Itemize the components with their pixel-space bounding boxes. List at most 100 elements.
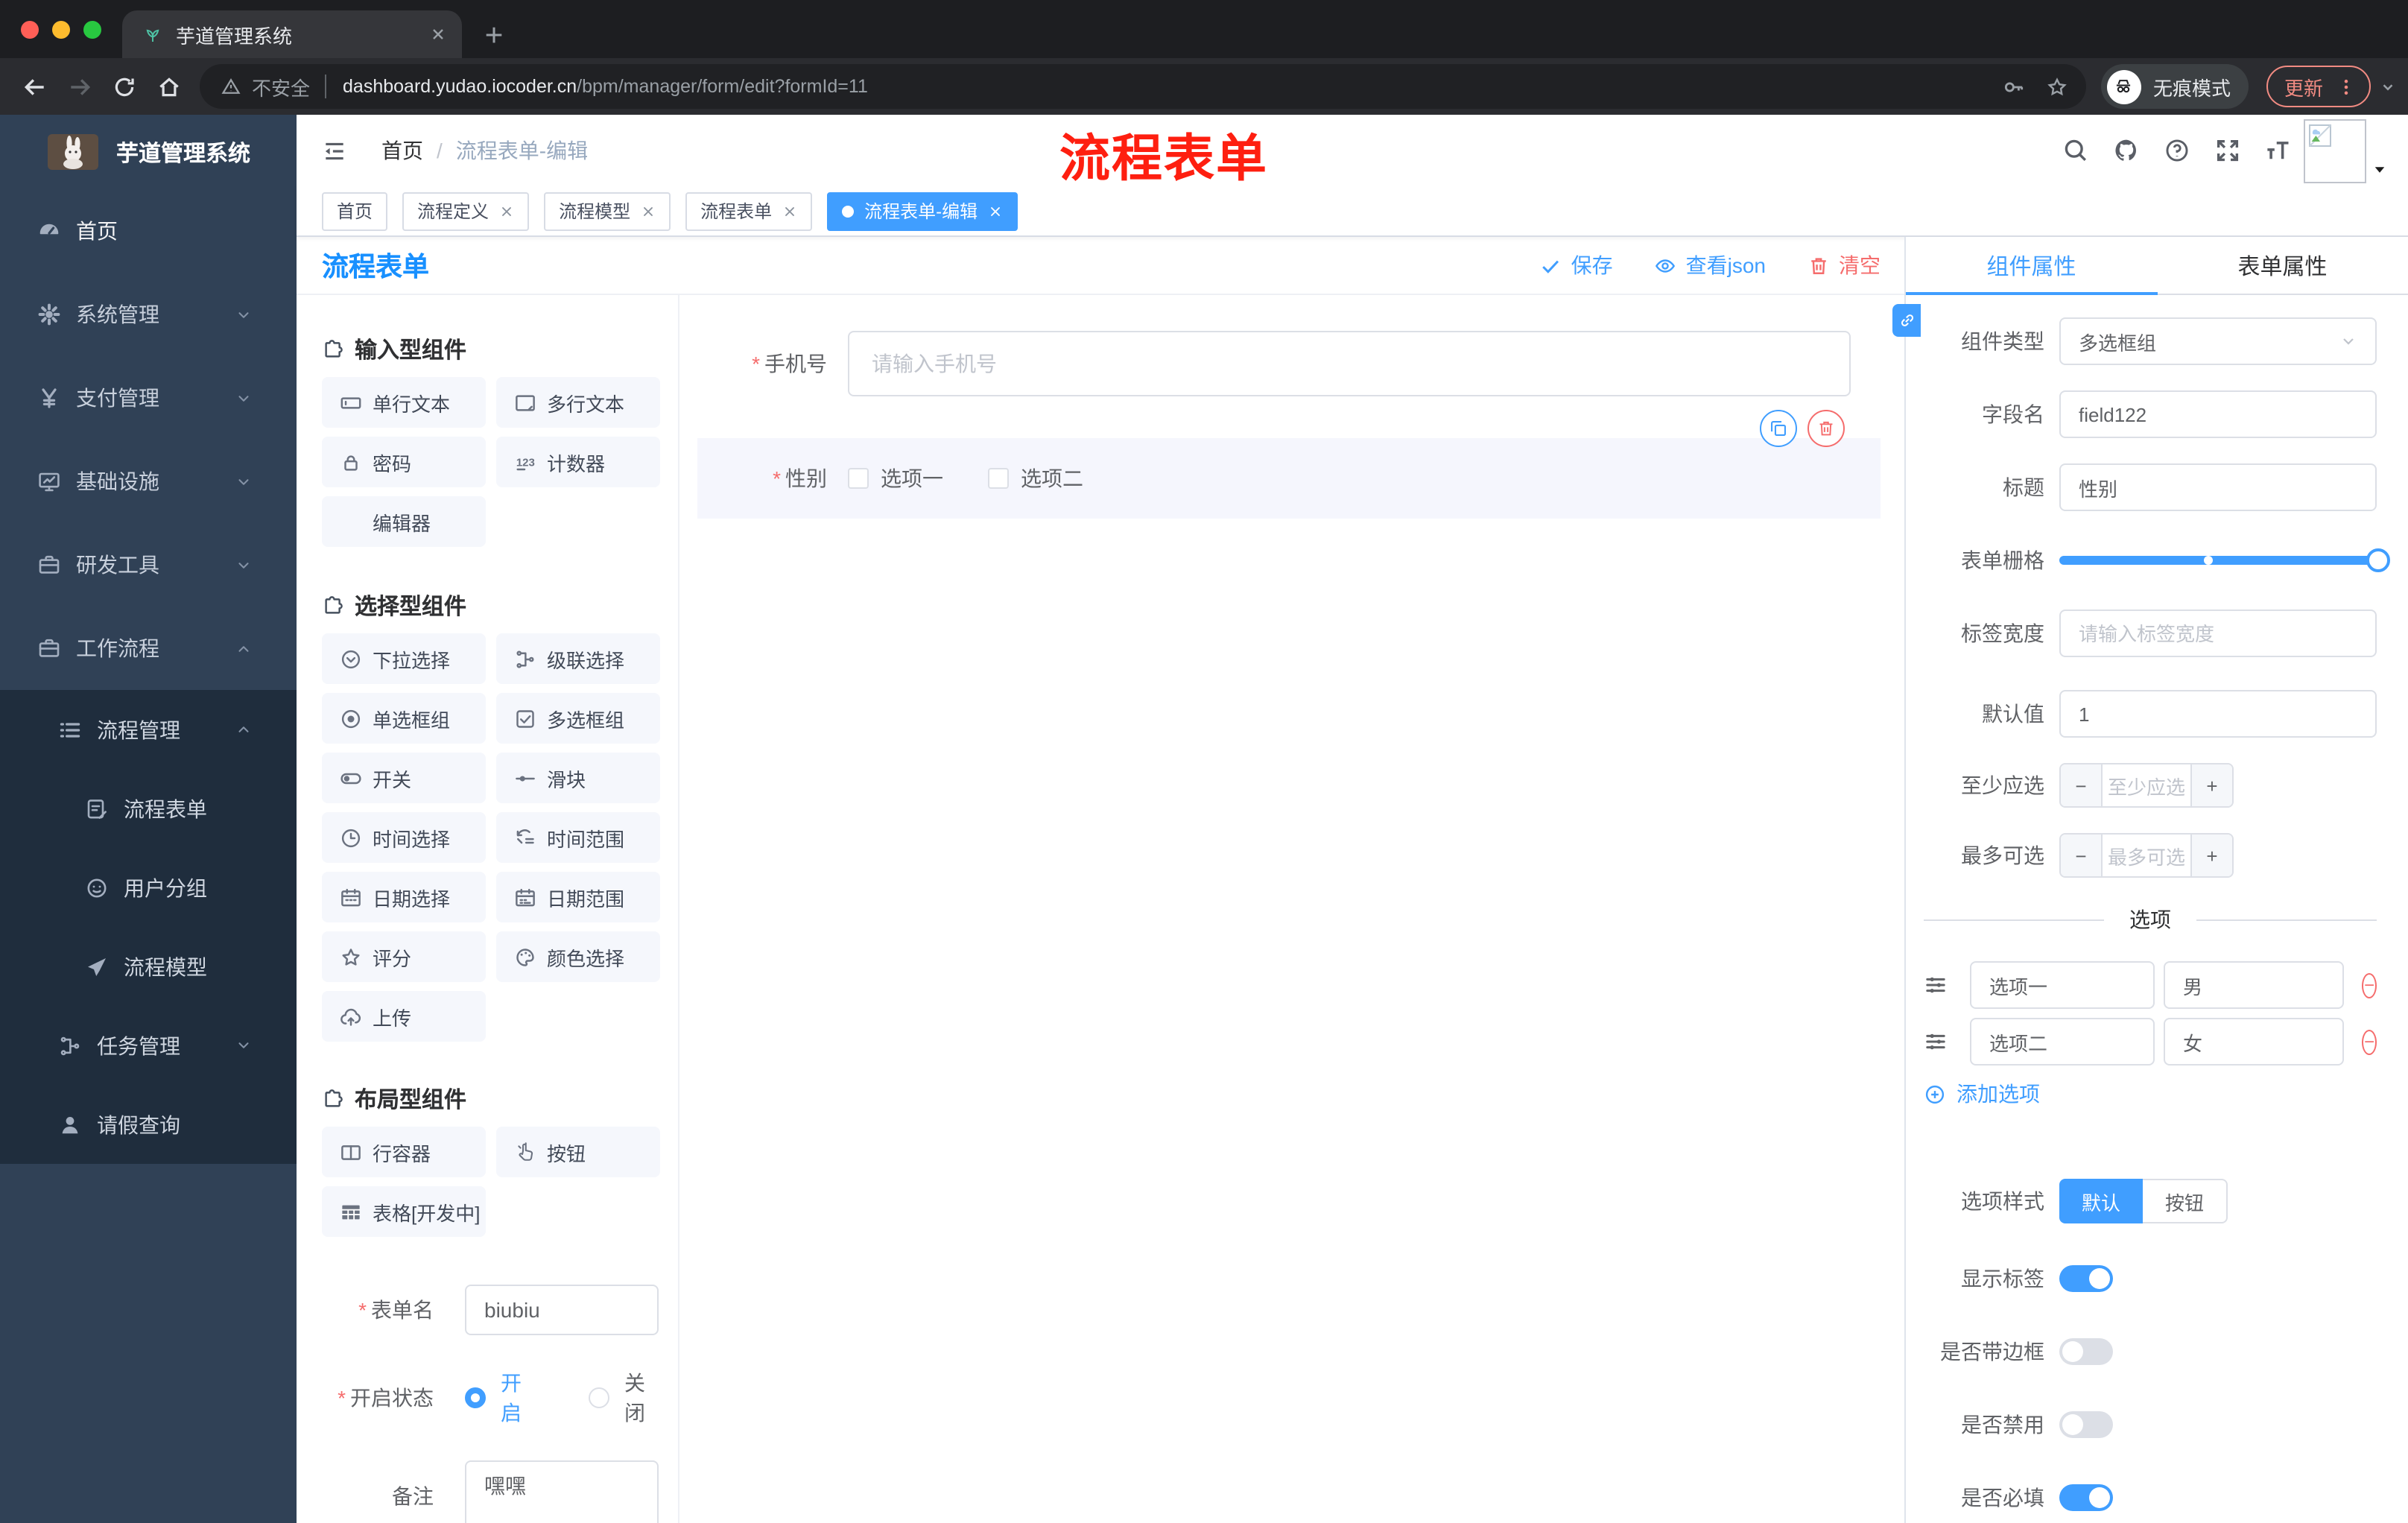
- status-off-radio[interactable]: [589, 1387, 609, 1408]
- palette-item[interactable]: 颜色选择: [496, 931, 660, 982]
- tab-form-props[interactable]: 表单属性: [2157, 237, 2408, 294]
- title-input[interactable]: [2059, 463, 2377, 511]
- palette-item[interactable]: 日期范围: [496, 872, 660, 922]
- palette-item[interactable]: 级联选择: [496, 633, 660, 684]
- label-width-input[interactable]: [2059, 609, 2377, 657]
- close-window-button[interactable]: [21, 21, 39, 39]
- breadcrumb-home[interactable]: 首页: [381, 136, 423, 165]
- tag-1[interactable]: 流程定义: [402, 191, 530, 230]
- gender-option-1[interactable]: 选项一: [848, 463, 943, 493]
- add-option-button[interactable]: 添加选项: [1924, 1077, 2377, 1110]
- browser-tab[interactable]: 芋道管理系统: [122, 10, 462, 58]
- palette-item[interactable]: 密码: [322, 437, 486, 487]
- save-button[interactable]: 保存: [1540, 250, 1613, 280]
- drag-handle-icon[interactable]: [1924, 973, 1948, 997]
- option-value-input[interactable]: [2164, 961, 2344, 1009]
- avatar-dropdown-icon[interactable]: [2372, 162, 2387, 177]
- sidebar-item-11[interactable]: 请假查询: [0, 1085, 297, 1164]
- tab-close-icon[interactable]: [429, 25, 447, 43]
- tag-3[interactable]: 流程表单: [685, 191, 813, 230]
- option-value-input[interactable]: [2164, 1018, 2344, 1066]
- palette-item[interactable]: 时间范围: [496, 812, 660, 863]
- tab-component-props[interactable]: 组件属性: [1906, 237, 2157, 295]
- minus-icon[interactable]: −: [2061, 835, 2103, 876]
- palette-item[interactable]: 日期选择: [322, 872, 486, 922]
- view-json-button[interactable]: 查看json: [1655, 250, 1766, 280]
- collapse-sidebar-icon[interactable]: [322, 138, 347, 163]
- gender-field-block[interactable]: * 性别 选项一 选项二: [697, 410, 1881, 519]
- sidebar-item-7[interactable]: 流程表单: [0, 769, 297, 848]
- min-select-stepper[interactable]: − 至少应选 +: [2059, 763, 2234, 808]
- fullscreen-icon[interactable]: [2214, 137, 2241, 164]
- sidebar-logo[interactable]: 芋道管理系统: [0, 115, 297, 189]
- tag-close-icon[interactable]: [782, 203, 797, 218]
- palette-item[interactable]: 开关: [322, 753, 486, 803]
- palette-item[interactable]: 多行文本: [496, 377, 660, 428]
- gender-option-2[interactable]: 选项二: [988, 463, 1083, 493]
- bookmark-star-icon[interactable]: [2046, 75, 2068, 98]
- grid-slider[interactable]: [2059, 536, 2390, 584]
- palette-item[interactable]: 单选框组: [322, 693, 486, 744]
- clear-button[interactable]: 清空: [1807, 250, 1881, 280]
- tag-close-icon[interactable]: [641, 203, 656, 218]
- slider-handle[interactable]: [2366, 548, 2390, 572]
- sidebar-item-8[interactable]: 用户分组: [0, 848, 297, 927]
- tag-4[interactable]: 流程表单-编辑: [827, 191, 1018, 230]
- style-button-button[interactable]: 按钮: [2143, 1179, 2228, 1223]
- minimize-window-button[interactable]: [52, 21, 70, 39]
- help-icon[interactable]: [2164, 137, 2190, 164]
- phone-field-row[interactable]: * 手机号: [679, 331, 1904, 396]
- field-name-input[interactable]: [2059, 390, 2377, 438]
- sidebar-item-2[interactable]: 支付管理: [0, 356, 297, 440]
- style-default-button[interactable]: 默认: [2059, 1179, 2144, 1223]
- palette-item[interactable]: 单行文本: [322, 377, 486, 428]
- status-on-label[interactable]: 开启: [501, 1368, 535, 1428]
- toggle-switch[interactable]: [2059, 1338, 2113, 1365]
- toggle-switch[interactable]: [2059, 1265, 2113, 1292]
- palette-item[interactable]: 表格[开发中]: [322, 1186, 486, 1237]
- address-bar[interactable]: 不安全 dashboard.yudao.iocoder.cn/bpm/manag…: [200, 64, 2086, 109]
- home-icon[interactable]: [146, 74, 191, 99]
- plus-icon[interactable]: +: [2190, 835, 2232, 876]
- option-label-input[interactable]: [1970, 961, 2155, 1009]
- max-select-stepper[interactable]: − 最多可选 +: [2059, 833, 2234, 878]
- palette-item[interactable]: 多选框组: [496, 693, 660, 744]
- reload-icon[interactable]: [101, 74, 146, 99]
- drag-handle-icon[interactable]: [1924, 1030, 1948, 1054]
- form-canvas[interactable]: *手机号 *性别 选项一: [679, 295, 1904, 1523]
- minus-icon[interactable]: −: [2061, 764, 2103, 806]
- new-tab-button[interactable]: [483, 24, 505, 46]
- palette-item[interactable]: 评分: [322, 931, 486, 982]
- toggle-switch[interactable]: [2059, 1484, 2113, 1511]
- palette-item[interactable]: 行容器: [322, 1127, 486, 1177]
- menu-dots-icon[interactable]: [2336, 77, 2356, 96]
- profile-chevron-icon[interactable]: [2380, 78, 2396, 95]
- back-icon[interactable]: [12, 74, 57, 99]
- sidebar-item-4[interactable]: 研发工具: [0, 523, 297, 607]
- sidebar-item-1[interactable]: 系统管理: [0, 273, 297, 356]
- copy-component-button[interactable]: [1760, 410, 1797, 447]
- tag-0[interactable]: 首页: [322, 191, 388, 230]
- window-controls[interactable]: [21, 21, 101, 39]
- browser-update-button[interactable]: 更新: [2266, 66, 2371, 107]
- remove-option-button[interactable]: −: [2362, 1029, 2377, 1054]
- component-type-select[interactable]: 多选框组: [2059, 317, 2377, 365]
- phone-input[interactable]: [848, 331, 1851, 396]
- option-label-input[interactable]: [1970, 1018, 2155, 1066]
- palette-item[interactable]: 123 计数器: [496, 437, 660, 487]
- palette-item[interactable]: 上传: [322, 991, 486, 1042]
- palette-item[interactable]: 按钮: [496, 1127, 660, 1177]
- avatar[interactable]: [2304, 118, 2366, 183]
- form-remark-textarea[interactable]: [465, 1460, 659, 1523]
- security-warning-icon[interactable]: [221, 76, 241, 97]
- tag-close-icon[interactable]: [499, 203, 514, 218]
- toggle-switch[interactable]: [2059, 1411, 2113, 1438]
- sidebar-item-9[interactable]: 流程模型: [0, 927, 297, 1006]
- option-style-segmented[interactable]: 默认 按钮: [2059, 1179, 2228, 1223]
- sidebar-item-5[interactable]: 工作流程: [0, 607, 297, 690]
- plus-icon[interactable]: +: [2190, 764, 2232, 806]
- sidebar-item-3[interactable]: 基础设施: [0, 440, 297, 523]
- status-off-label[interactable]: 关闭: [624, 1368, 659, 1428]
- zoom-window-button[interactable]: [83, 21, 101, 39]
- palette-item[interactable]: 时间选择: [322, 812, 486, 863]
